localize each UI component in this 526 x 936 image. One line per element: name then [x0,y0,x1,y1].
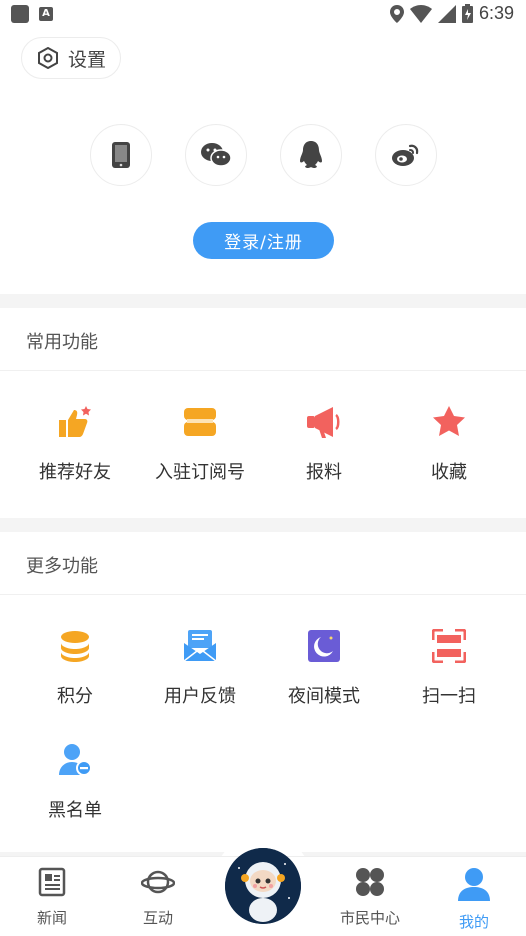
weibo-icon [392,144,419,166]
nav-citizen-center[interactable]: 市民中心 [330,867,410,928]
report-news-label: 报料 [306,462,342,483]
user-feedback-label: 用户反馈 [164,686,236,707]
nav-news-label: 新闻 [36,909,67,927]
astronaut-icon [225,848,301,924]
nav-mine[interactable]: 我的 [434,867,514,932]
a-notification-icon: A [39,7,53,21]
nav-news[interactable]: 新闻 [12,867,92,928]
blacklist-item[interactable]: 黑名单 [10,740,140,822]
phone-login-button[interactable] [90,124,152,186]
login-register-button[interactable]: 登录/注册 [193,222,334,259]
wechat-login-button[interactable] [185,124,247,186]
favorites-item[interactable]: 收藏 [384,402,514,484]
center-astronaut-button[interactable] [225,848,301,924]
wifi-icon [409,4,432,23]
divider [0,370,526,371]
nav-citizen-center-label: 市民中心 [339,909,400,927]
user-feedback-item[interactable]: 用户反馈 [135,626,265,708]
night-mode-label: 夜间模式 [288,686,360,707]
settings-button[interactable]: 设置 [21,37,121,79]
subscribe-account-item[interactable]: 入驻订阅号 [135,402,265,484]
settings-label: 设置 [68,48,107,71]
nav-interact[interactable]: 互动 [118,867,198,928]
section-gap [0,518,526,532]
news-icon [38,867,66,897]
subscribe-account-label: 入驻订阅号 [155,462,245,483]
common-functions-title: 常用功能 [26,332,98,353]
section-gap [0,294,526,308]
coins-icon [61,631,89,662]
points-item[interactable]: 积分 [10,626,140,708]
phone-icon [112,142,130,168]
report-news-item[interactable]: 报料 [259,402,389,484]
clover-icon [356,868,384,896]
megaphone-icon [307,407,340,438]
recommend-friend-item[interactable]: 推荐好友 [10,402,140,484]
weibo-login-button[interactable] [375,124,437,186]
feedback-mail-icon [183,630,217,662]
star-icon [433,406,465,436]
subscribe-icon [184,408,216,436]
qq-login-button[interactable] [280,124,342,186]
divider [0,594,526,595]
blacklist-label: 黑名单 [48,800,102,821]
status-bar: A 6:39 [0,0,526,28]
battery-icon [461,4,473,23]
scan-icon [432,629,466,663]
signal-icon [437,4,456,23]
clock-time: 6:39 [478,3,514,23]
user-icon [458,868,490,901]
night-moon-icon [308,630,340,662]
blacklist-user-icon [59,744,92,776]
planet-icon [140,870,176,894]
scan-label: 扫一扫 [422,686,476,707]
favorites-label: 收藏 [431,462,467,483]
app-notification-icon [11,5,29,23]
nav-interact-label: 互动 [142,909,173,927]
location-icon [389,4,404,23]
scan-item[interactable]: 扫一扫 [384,626,514,708]
qq-icon [300,141,322,168]
gear-icon [38,47,58,69]
night-mode-item[interactable]: 夜间模式 [259,626,389,708]
wechat-icon [201,143,231,167]
thumbs-up-icon [59,406,91,437]
points-label: 积分 [57,686,93,707]
more-functions-title: 更多功能 [26,556,98,577]
recommend-friend-label: 推荐好友 [39,462,111,483]
nav-mine-label: 我的 [458,913,489,931]
